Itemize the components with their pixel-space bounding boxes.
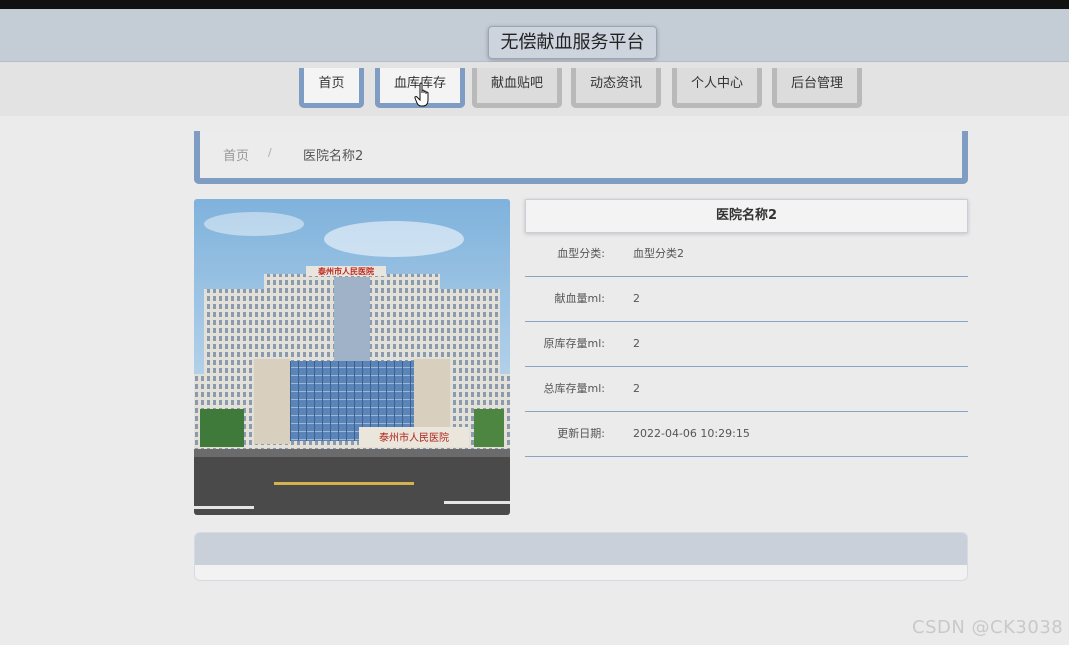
nav-item-home[interactable]: 首页 <box>299 68 364 108</box>
detail-label: 献血量ml: <box>554 292 605 305</box>
detail-value: 2 <box>633 382 640 395</box>
nav-item-admin[interactable]: 后台管理 <box>772 68 862 108</box>
breadcrumb-separator: / <box>268 146 272 159</box>
detail-title: 医院名称2 <box>525 199 968 233</box>
nav-item-personal-center[interactable]: 个人中心 <box>672 68 762 108</box>
breadcrumb-home-link[interactable]: 首页 <box>223 145 249 164</box>
breadcrumb-current: 医院名称2 <box>303 149 364 164</box>
window-top-strip <box>0 0 1069 9</box>
detail-value: 2 <box>633 292 640 305</box>
detail-row-update-date: 更新日期: 2022-04-06 10:29:15 <box>525 412 968 457</box>
detail-row-donation-amount: 献血量ml: 2 <box>525 277 968 322</box>
site-header: 无偿献血服务平台 <box>0 9 1069 62</box>
hand-cursor-icon <box>414 82 429 107</box>
breadcrumb: 首页 / 医院名称2 <box>194 131 968 184</box>
detail-value: 2022-04-06 10:29:15 <box>633 427 750 440</box>
content-footer-panel <box>194 532 968 581</box>
detail-row-original-stock: 原库存量ml: 2 <box>525 322 968 367</box>
detail-label: 总库存量ml: <box>543 382 605 395</box>
watermark: CSDN @CK3038 <box>912 617 1064 638</box>
detail-value: 血型分类2 <box>633 247 684 260</box>
nav-item-forum[interactable]: 献血贴吧 <box>472 68 562 108</box>
detail-row-total-stock: 总库存量ml: 2 <box>525 367 968 412</box>
photo-sign-bottom: 泰州市人民医院 <box>379 431 449 444</box>
detail-label: 更新日期: <box>557 427 605 440</box>
site-title: 无偿献血服务平台 <box>488 26 657 59</box>
detail-value: 2 <box>633 337 640 350</box>
nav-item-news[interactable]: 动态资讯 <box>571 68 661 108</box>
hospital-photo: 泰州市人民医院 泰州市人民医院 <box>194 199 510 515</box>
photo-sign-top: 泰州市人民医院 <box>317 266 374 276</box>
detail-label: 原库存量ml: <box>543 337 605 350</box>
detail-row-blood-type: 血型分类: 血型分类2 <box>525 232 968 277</box>
detail-label: 血型分类: <box>557 247 605 260</box>
content-footer-header <box>195 533 967 565</box>
